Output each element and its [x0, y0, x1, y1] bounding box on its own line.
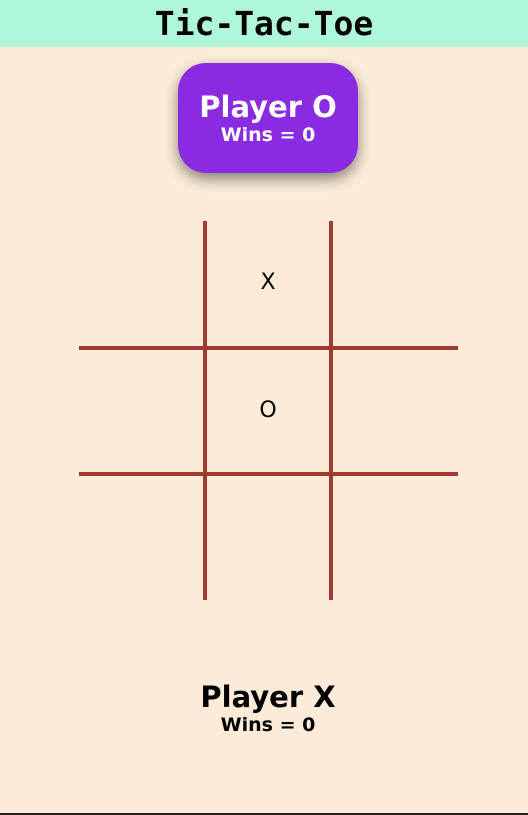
- board-cell-8[interactable]: [333, 476, 455, 598]
- board-cell-2[interactable]: [333, 221, 455, 343]
- player-x-card: Player X Wins = 0: [178, 653, 358, 763]
- board-cell-4[interactable]: O: [207, 349, 329, 471]
- board-cell-1[interactable]: X: [207, 221, 329, 343]
- board-cell-5[interactable]: [333, 349, 455, 471]
- page-title: Tic-Tac-Toe: [154, 4, 374, 43]
- player-o-card: Player O Wins = 0: [178, 63, 358, 173]
- board-cell-3[interactable]: [79, 349, 201, 471]
- player-o-wins: Wins = 0: [220, 124, 316, 146]
- board-cell-7[interactable]: [207, 476, 329, 598]
- header-bar: Tic-Tac-Toe: [0, 0, 528, 47]
- player-o-name: Player O: [199, 90, 337, 124]
- board-cell-0[interactable]: [79, 221, 201, 343]
- player-x-name: Player X: [200, 680, 336, 714]
- game-board: X O: [79, 221, 458, 600]
- board-cell-6[interactable]: [79, 476, 201, 598]
- player-x-wins: Wins = 0: [220, 714, 316, 736]
